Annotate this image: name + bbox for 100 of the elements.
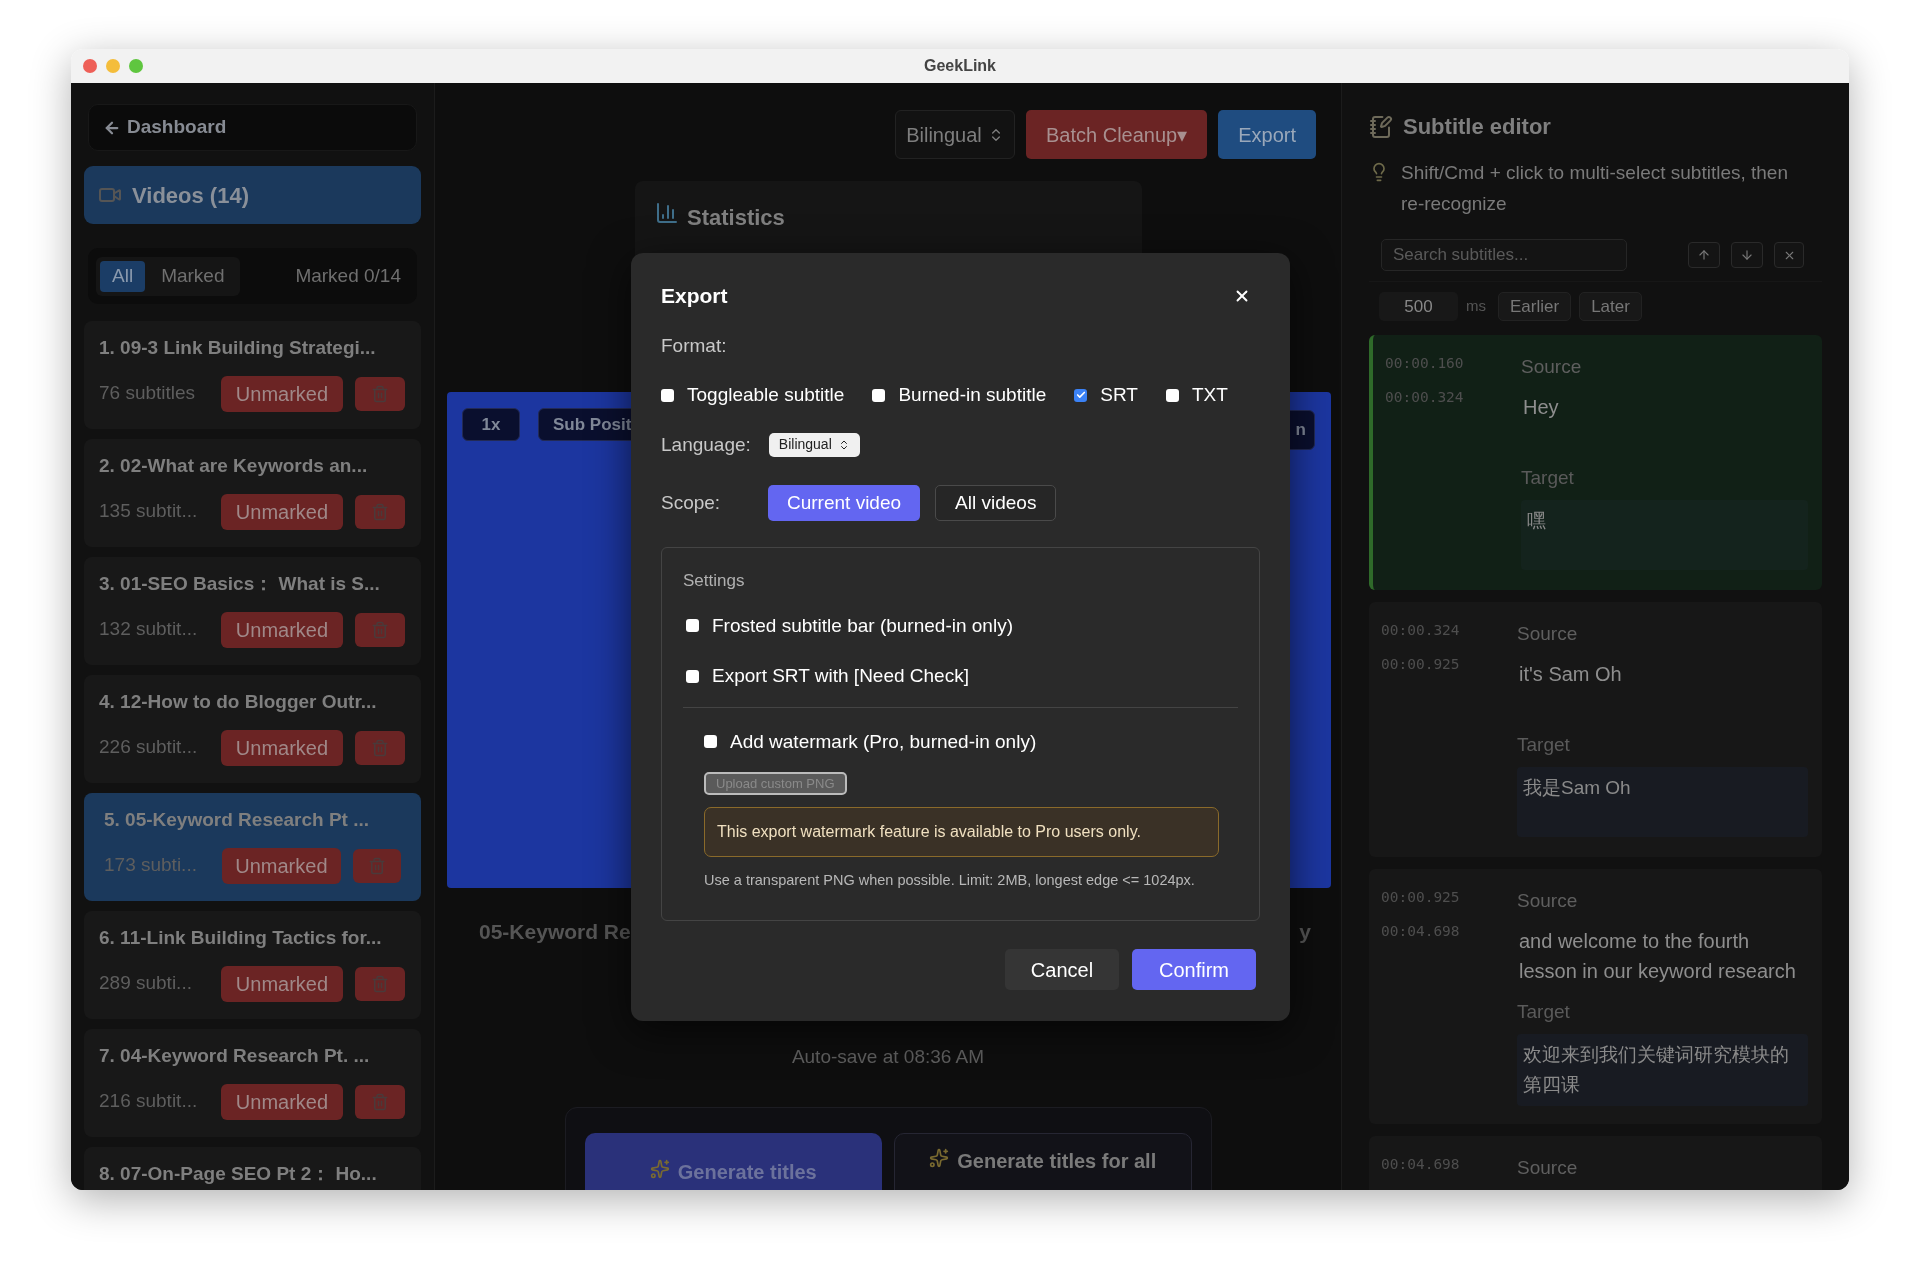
checkbox[interactable]	[704, 735, 717, 749]
filter-tab[interactable]: All	[100, 260, 146, 292]
generate-titles-button[interactable]: Generate titles	[584, 1133, 882, 1190]
mark-status-button[interactable]: Unmarked	[221, 965, 343, 1002]
delete-button[interactable]	[355, 376, 405, 411]
pro-notice: This export watermark feature is available to Pro users only.	[704, 807, 1219, 857]
subtitle-count: 226 subtit...	[99, 735, 199, 760]
scope-label: Scope:	[661, 490, 722, 515]
language-label: Language:	[661, 432, 751, 457]
video-item[interactable]: 4. 12-How to do Blogger Outr... 226 subtit... Unmarked	[84, 675, 421, 783]
minimize-window-button[interactable]	[106, 59, 120, 73]
shift-button[interactable]: Later	[1579, 292, 1642, 321]
target-text: 欢迎来到我们关键词研究模块的第四课	[1517, 1034, 1808, 1106]
subtitle-card[interactable]: 00:00.160 00:00.324 Source Hey Target 嘿	[1369, 335, 1822, 590]
window-title: GeekLink	[924, 56, 996, 76]
mark-status-button[interactable]: Unmarked	[221, 729, 343, 766]
video-item[interactable]: 2. 02-What are Keywords an... 135 subtit... Unmarked	[84, 439, 421, 547]
filter-tab[interactable]: Marked	[149, 260, 237, 292]
subtitle-count: 135 subtit...	[99, 499, 199, 524]
video-title: 7. 04-Keyword Research Pt. ...	[99, 1044, 371, 1068]
generate-all-titles-button[interactable]: Generate titles for all	[894, 1133, 1192, 1190]
video-item[interactable]: 1. 09-3 Link Building Strategi... 76 subtitles Unmarked	[84, 321, 421, 429]
video-title: 4. 12-How to do Blogger Outr...	[99, 690, 378, 714]
zoom-window-button[interactable]	[129, 59, 143, 73]
video-title: 6. 11-Link Building Tactics for...	[99, 926, 383, 950]
down-arrow-icon	[1740, 248, 1754, 262]
trash-icon	[371, 974, 389, 993]
subtitle-count: 76 subtitles	[99, 381, 197, 406]
checkbox[interactable]	[872, 388, 886, 402]
checkbox[interactable]	[661, 388, 674, 402]
source-text: and welcome to the fourth lesson in our keyword research	[1518, 928, 1797, 984]
video-title: 8. 07-On-Page SEO Pt 2： Ho...	[99, 1162, 378, 1186]
settings-option: Frosted subtitle bar (burned-in only)	[712, 611, 1013, 640]
source-text: Hey	[1522, 394, 1560, 420]
export-button[interactable]: Export	[1218, 110, 1316, 159]
language-select[interactable]: Bilingual	[895, 110, 1015, 159]
autosave-text: Auto-save at 08:36 AM	[791, 1044, 985, 1069]
source-label: Source	[1521, 355, 1583, 379]
video-item[interactable]: 6. 11-Link Building Tactics for... 289 subti... Unmarked	[84, 911, 421, 1019]
offset-field[interactable]: 500	[1379, 292, 1458, 321]
mark-status-button[interactable]: Unmarked	[221, 611, 343, 648]
check-icon	[1075, 390, 1086, 401]
next-match-button[interactable]	[1731, 242, 1763, 268]
batch-cleanup-button[interactable]: Batch Cleanup▾	[1026, 110, 1208, 159]
delete-button[interactable]	[355, 730, 405, 765]
previous-match-button[interactable]	[1688, 242, 1720, 268]
format-option: Burned-in subtitle	[898, 381, 1047, 410]
mark-status-button[interactable]: Unmarked	[221, 493, 343, 530]
mark-status-button[interactable]: Unmarked	[221, 1083, 343, 1120]
video-title-end: y	[1299, 919, 1311, 945]
videos-title: Videos (14)	[132, 181, 249, 210]
panel-title: Subtitle editor	[1403, 113, 1551, 141]
close-window-button[interactable]	[83, 59, 97, 73]
search-field[interactable]: Search subtitles...	[1381, 239, 1627, 271]
delete-button[interactable]	[355, 1084, 405, 1119]
help-text: Use a transparent PNG when possible. Limit: 2MB, longest edge <= 1024px.	[704, 871, 1196, 890]
subtitle-count: 216 subtit...	[99, 1089, 199, 1114]
video-item[interactable]: 7. 04-Keyword Research Pt. ... 216 subtit... Unmarked	[84, 1029, 421, 1137]
end-time: 00:00.324	[1385, 387, 1465, 407]
target-text: 嘿	[1521, 500, 1808, 570]
trash-icon	[371, 1092, 389, 1111]
offset-unit: ms	[1466, 296, 1486, 317]
video-item[interactable]: 5. 05-Keyword Research Pt ... 173 subti... Unmarked	[84, 793, 421, 901]
mark-status-button[interactable]: Unmarked	[222, 847, 341, 884]
scope-option[interactable]: All videos	[935, 485, 1057, 521]
video-item[interactable]: 8. 07-On-Page SEO Pt 2： Ho...	[84, 1147, 421, 1190]
trash-icon	[371, 384, 389, 403]
source-label: Source	[1517, 889, 1579, 913]
sparkle-icon	[929, 1148, 950, 1168]
video-title: 3. 01-SEO Basics： What is S...	[99, 572, 381, 596]
delete-button[interactable]	[355, 494, 405, 529]
source-label: Source	[1517, 622, 1579, 646]
dashboard-button[interactable]: Dashboard	[88, 104, 417, 151]
subtitle-count: 173 subti...	[104, 853, 198, 878]
format-option: SRT	[1100, 381, 1138, 410]
delete-button[interactable]	[355, 612, 405, 647]
mark-status-button[interactable]: Unmarked	[221, 375, 343, 412]
speed-button[interactable]: 1x	[462, 408, 520, 441]
target-label: Target	[1521, 465, 1575, 490]
trash-icon	[371, 620, 389, 639]
cancel-button[interactable]: Cancel	[1005, 949, 1119, 990]
checkbox[interactable]	[686, 669, 699, 683]
scope-option[interactable]: Current video	[768, 485, 921, 521]
video-title: 5. 05-Keyword Research Pt ...	[104, 808, 371, 832]
trash-icon	[371, 738, 389, 757]
dialog-title: Export	[661, 283, 728, 309]
confirm-button[interactable]: Confirm	[1132, 949, 1256, 990]
target-text: 我是Sam Oh	[1517, 767, 1808, 837]
checkbox[interactable]	[1074, 388, 1088, 402]
checkbox[interactable]	[1165, 388, 1179, 402]
video-item[interactable]: 3. 01-SEO Basics： What is S... 132 subtit... Unmarked	[84, 557, 421, 665]
shift-button[interactable]: Earlier	[1498, 292, 1572, 321]
target-label: Target	[1517, 732, 1571, 757]
checkbox[interactable]	[686, 619, 699, 633]
delete-button[interactable]	[355, 966, 405, 1001]
language-dropdown[interactable]: Bilingual	[768, 432, 860, 457]
video-title: 1. 09-3 Link Building Strategi...	[99, 336, 377, 360]
trash-icon	[367, 856, 386, 875]
video-title: 2. 02-What are Keywords an...	[99, 454, 369, 478]
clear-search-button[interactable]	[1774, 242, 1804, 268]
